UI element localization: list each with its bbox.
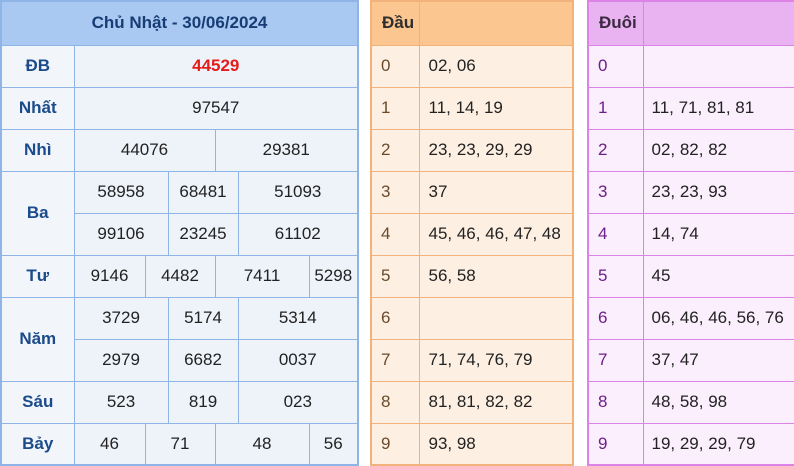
results-table: Chủ Nhật - 30/06/2024 ĐB 44529 Nhất 9754… (0, 0, 360, 466)
dau-values: 02, 06 (418, 44, 574, 88)
dau-values: 71, 74, 76, 79 (418, 338, 574, 382)
dau-digit: 3 (370, 170, 420, 214)
dau-values: 23, 23, 29, 29 (418, 128, 574, 172)
prize-sau-value: 523 (73, 380, 169, 424)
prize-label-bay: Bảy (0, 422, 75, 466)
dau-digit: 1 (370, 86, 420, 130)
duoi-values: 14, 74 (642, 212, 794, 256)
prize-nam-value: 0037 (237, 338, 359, 382)
duoi-digit: 7 (587, 338, 644, 382)
dau-digit: 2 (370, 128, 420, 172)
dau-header: Đầu (370, 0, 420, 46)
prize-tu-value: 7411 (214, 254, 310, 298)
prize-tu-value: 4482 (144, 254, 216, 298)
duoi-digit: 9 (587, 422, 644, 466)
prize-bay-value: 71 (144, 422, 216, 466)
prize-nam-value: 5314 (237, 296, 359, 340)
dau-values: 81, 81, 82, 82 (418, 380, 574, 424)
duoi-digit: 2 (587, 128, 644, 172)
duoi-values (642, 44, 794, 88)
duoi-panel: Đuôi 0 1 11, 71, 81, 81 2 02, 82, 82 3 23, … (587, 0, 794, 466)
duoi-digit: 6 (587, 296, 644, 340)
duoi-values: 11, 71, 81, 81 (642, 86, 794, 130)
prize-tu-value: 9146 (73, 254, 146, 298)
duoi-values: 02, 82, 82 (642, 128, 794, 172)
dau-values (418, 296, 574, 340)
duoi-digit: 8 (587, 380, 644, 424)
prize-label-sau: Sáu (0, 380, 75, 424)
duoi-values: 06, 46, 46, 56, 76 (642, 296, 794, 340)
duoi-digit: 1 (587, 86, 644, 130)
prize-label-ba: Ba (0, 170, 75, 256)
duoi-values: 45 (642, 254, 794, 298)
dau-digit: 7 (370, 338, 420, 382)
dau-digit: 8 (370, 380, 420, 424)
results-date-title: Chủ Nhật - 30/06/2024 (0, 0, 359, 46)
dau-digit: 5 (370, 254, 420, 298)
duoi-values: 23, 23, 93 (642, 170, 794, 214)
duoi-digit: 4 (587, 212, 644, 256)
prize-label-nhat: Nhất (0, 86, 75, 130)
prize-nam-value: 2979 (73, 338, 169, 382)
prize-nam-value: 3729 (73, 296, 169, 340)
dau-digit: 0 (370, 44, 420, 88)
duoi-digit: 3 (587, 170, 644, 214)
prize-ba-value: 68481 (167, 170, 239, 214)
prize-ba-value: 23245 (167, 212, 239, 256)
dau-values: 37 (418, 170, 574, 214)
duoi-digit: 5 (587, 254, 644, 298)
dau-values: 56, 58 (418, 254, 574, 298)
dau-table: Đầu 0 02, 06 1 11, 14, 19 2 23, 23, 29, 29 … (370, 0, 574, 466)
dau-values: 45, 46, 46, 47, 48 (418, 212, 574, 256)
prize-nam-value: 6682 (167, 338, 239, 382)
duoi-values: 19, 29, 29, 79 (642, 422, 794, 466)
prize-nhi-value: 29381 (214, 128, 359, 172)
prize-tu-value: 5298 (308, 254, 359, 298)
duoi-header: Đuôi (587, 0, 644, 46)
lottery-results-panel: Chủ Nhật - 30/06/2024 ĐB 44529 Nhất 9754… (0, 0, 360, 466)
prize-label-db: ĐB (0, 44, 75, 88)
prize-ba-value: 61102 (237, 212, 359, 256)
prize-sau-value: 023 (237, 380, 359, 424)
dau-digit: 4 (370, 212, 420, 256)
duoi-values: 37, 47 (642, 338, 794, 382)
duoi-values: 48, 58, 98 (642, 380, 794, 424)
prize-ba-value: 99106 (73, 212, 169, 256)
prize-label-nhi: Nhì (0, 128, 75, 172)
duoi-digit: 0 (587, 44, 644, 88)
duoi-table: Đuôi 0 1 11, 71, 81, 81 2 02, 82, 82 3 23, … (587, 0, 794, 466)
prize-label-tu: Tư (0, 254, 75, 298)
prize-label-nam: Năm (0, 296, 75, 382)
prize-db-value: 44529 (73, 44, 359, 88)
prize-nam-value: 5174 (167, 296, 239, 340)
prize-nhat-value: 97547 (73, 86, 359, 130)
dau-values: 93, 98 (418, 422, 574, 466)
prize-ba-value: 51093 (237, 170, 359, 214)
dau-panel: Đầu 0 02, 06 1 11, 14, 19 2 23, 23, 29, 29 … (370, 0, 574, 466)
prize-bay-value: 56 (308, 422, 359, 466)
prize-sau-value: 819 (167, 380, 239, 424)
dau-digit: 9 (370, 422, 420, 466)
prize-bay-value: 46 (73, 422, 146, 466)
prize-bay-value: 48 (214, 422, 310, 466)
dau-header-blank (418, 0, 574, 46)
prize-nhi-value: 44076 (73, 128, 216, 172)
dau-digit: 6 (370, 296, 420, 340)
prize-ba-value: 58958 (73, 170, 169, 214)
dau-values: 11, 14, 19 (418, 86, 574, 130)
duoi-header-blank (642, 0, 794, 46)
